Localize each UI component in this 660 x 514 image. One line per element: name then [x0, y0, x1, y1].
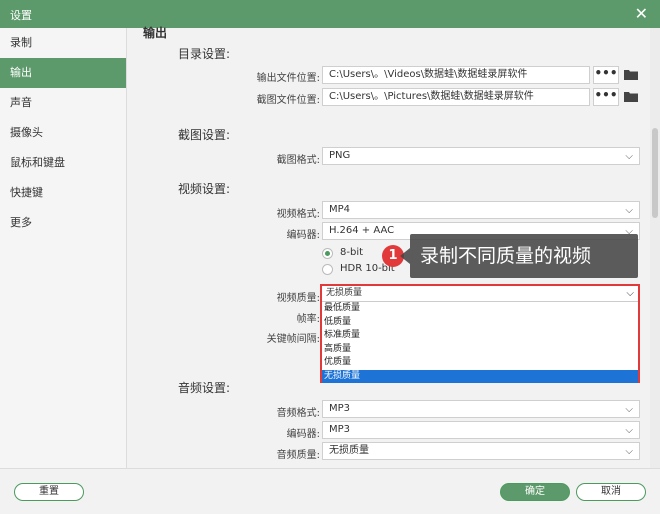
bit8-radio[interactable] — [322, 248, 333, 259]
annotation-callout: 录制不同质量的视频 — [400, 234, 638, 278]
folder-icon[interactable] — [624, 91, 638, 102]
video-format-value: MP4 — [329, 204, 351, 215]
audio-format-label: 音频格式: — [276, 408, 320, 419]
output-location-label: 输出文件位置: — [256, 73, 320, 84]
section-heading-video: 视频设置: — [178, 182, 231, 196]
output-location-field[interactable]: C:\Users\。\Videos\数据蛙\数据蛙录屏软件 — [322, 66, 590, 84]
video-quality-select[interactable]: 无损质量 ⌵ — [322, 286, 638, 302]
video-quality-options: 最低质量 低质量 标准质量 高质量 优质量 无损质量 — [322, 302, 638, 383]
close-icon[interactable]: ✕ — [635, 4, 648, 23]
footer: 重置 确定 取消 — [0, 468, 660, 514]
output-browse-button[interactable]: ••• — [593, 66, 619, 84]
video-format-select[interactable]: MP4 ⌵ — [322, 201, 640, 219]
chevron-down-icon: ⌵ — [625, 205, 633, 216]
quality-option-low[interactable]: 低质量 — [322, 316, 638, 330]
sidebar-item-mouse-keyboard[interactable]: 鼠标和键盘 — [0, 148, 126, 178]
chevron-down-icon: ⌵ — [625, 404, 633, 415]
reset-button[interactable]: 重置 — [14, 483, 84, 501]
chevron-down-icon: ⌵ — [626, 288, 634, 299]
hdr-radio[interactable] — [322, 264, 333, 275]
screenshot-location-label: 截图文件位置: — [256, 95, 320, 106]
quality-option-excellent[interactable]: 优质量 — [322, 356, 638, 370]
sidebar-item-sound[interactable]: 声音 — [0, 88, 126, 118]
sidebar-item-more[interactable]: 更多 — [0, 208, 126, 238]
screenshot-location-field[interactable]: C:\Users\。\Pictures\数据蛙\数据蛙录屏软件 — [322, 88, 590, 106]
section-heading-output: 输出 — [143, 26, 168, 40]
window-title: 设置 — [10, 9, 32, 22]
section-heading-screenshot: 截图设置: — [178, 128, 231, 142]
section-heading-directory: 目录设置: — [178, 47, 231, 61]
chevron-down-icon: ⌵ — [625, 446, 633, 457]
video-quality-dropdown[interactable]: 无损质量 ⌵ 最低质量 低质量 标准质量 高质量 优质量 无损质量 — [320, 284, 640, 383]
section-heading-audio: 音频设置: — [178, 381, 231, 395]
quality-option-standard[interactable]: 标准质量 — [322, 329, 638, 343]
video-format-label: 视频格式: — [276, 209, 320, 220]
audio-format-select[interactable]: MP3 ⌵ — [322, 400, 640, 418]
framerate-label: 帧率: — [296, 314, 320, 325]
audio-encoder-value: MP3 — [329, 424, 351, 435]
audio-quality-select[interactable]: 无损质量 ⌵ — [322, 442, 640, 460]
audio-encoder-select[interactable]: MP3 ⌵ — [322, 421, 640, 439]
cancel-button[interactable]: 取消 — [576, 483, 646, 501]
audio-quality-value: 无损质量 — [329, 445, 369, 456]
screenshot-format-value: PNG — [329, 150, 351, 161]
screenshot-format-select[interactable]: PNG ⌵ — [322, 147, 640, 165]
sidebar-item-output[interactable]: 输出 — [0, 58, 126, 88]
sidebar: 录制 输出 声音 摄像头 鼠标和键盘 快捷键 更多 — [0, 28, 127, 468]
video-encoder-label: 编码器: — [286, 230, 320, 241]
audio-encoder-label: 编码器: — [286, 429, 320, 440]
video-quality-value: 无损质量 — [326, 288, 363, 298]
chevron-down-icon: ⌵ — [625, 425, 633, 436]
quality-option-lossless[interactable]: 无损质量 — [322, 369, 638, 383]
bit8-label: 8-bit — [340, 247, 364, 258]
video-quality-label: 视频质量: — [276, 293, 320, 304]
sidebar-item-record[interactable]: 录制 — [0, 28, 126, 58]
chevron-down-icon: ⌵ — [625, 151, 633, 162]
scrollbar-thumb[interactable] — [652, 128, 658, 218]
keyframe-label: 关键帧间隔: — [266, 334, 320, 345]
screenshot-browse-button[interactable]: ••• — [593, 88, 619, 106]
audio-quality-label: 音频质量: — [276, 450, 320, 461]
screenshot-format-label: 截图格式: — [276, 155, 320, 166]
scrollbar[interactable] — [650, 28, 660, 468]
folder-icon[interactable] — [624, 69, 638, 80]
ok-button[interactable]: 确定 — [500, 483, 570, 501]
sidebar-item-shortcuts[interactable]: 快捷键 — [0, 178, 126, 208]
audio-format-value: MP3 — [329, 403, 351, 414]
title-bar: 设置 ✕ — [0, 0, 660, 28]
quality-option-lowest[interactable]: 最低质量 — [322, 302, 638, 316]
video-encoder-value: H.264 + AAC — [329, 225, 395, 236]
quality-option-high[interactable]: 高质量 — [322, 343, 638, 357]
sidebar-item-camera[interactable]: 摄像头 — [0, 118, 126, 148]
